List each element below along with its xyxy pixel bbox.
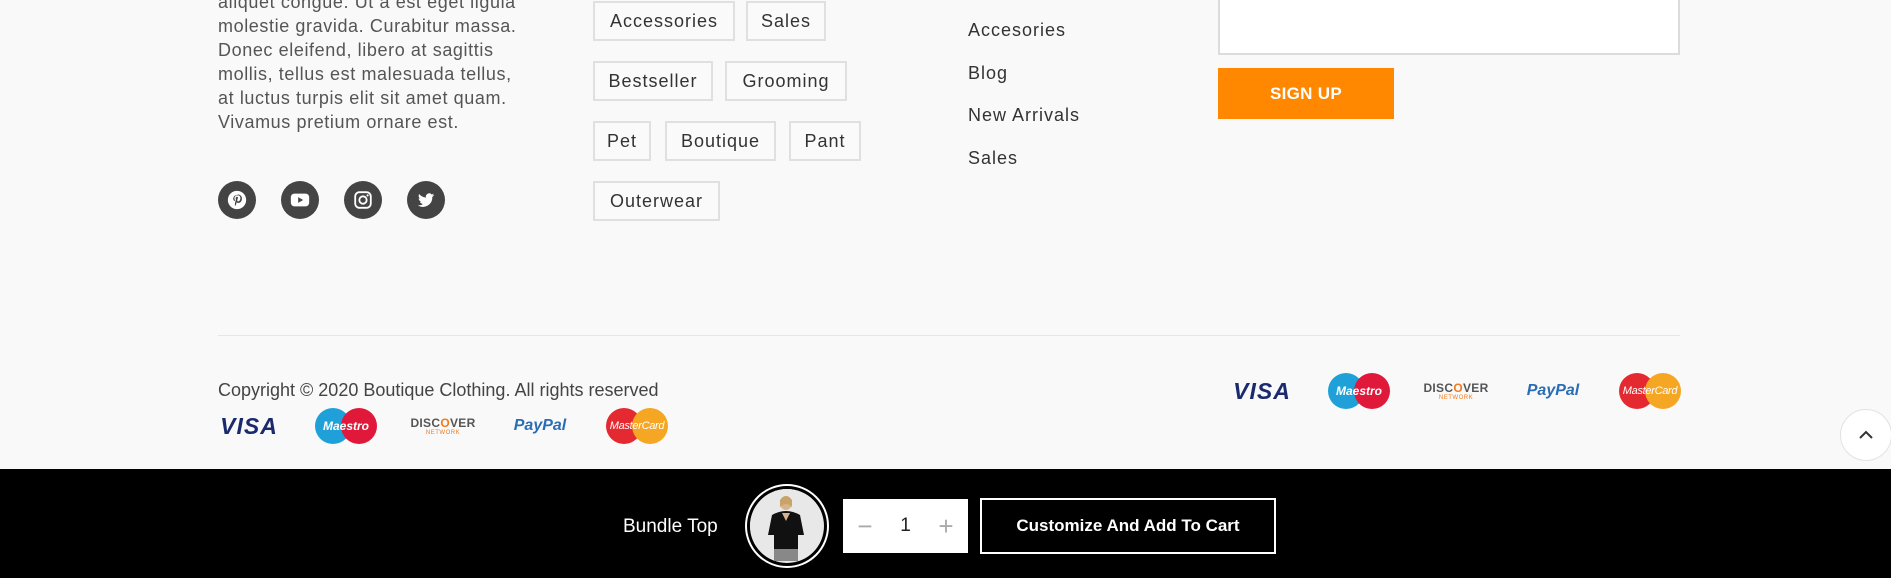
maestro-label: Maestro bbox=[1335, 384, 1382, 398]
mastercard-logo: MasterCard bbox=[606, 408, 668, 444]
payment-methods-right: VISA Maestro DISCOVER NETWORK PayPal Mas… bbox=[1231, 373, 1681, 409]
discover-logo: DISCOVER NETWORK bbox=[1423, 373, 1489, 409]
social-links bbox=[218, 181, 445, 219]
sticky-product-title: Bundle Top bbox=[623, 516, 718, 537]
newsletter-email-input[interactable] bbox=[1218, 0, 1680, 55]
footer-link-sales[interactable]: Sales bbox=[968, 148, 1018, 169]
discover-label-b: VER bbox=[1462, 381, 1489, 395]
quantity-input[interactable]: 1 bbox=[900, 515, 911, 537]
pinterest-link[interactable] bbox=[218, 181, 256, 219]
instagram-icon bbox=[354, 191, 372, 209]
footer-link-new-arrivals[interactable]: New Arrivals bbox=[968, 105, 1080, 126]
about-line: at luctus turpis elit sit amet quam. bbox=[218, 88, 507, 108]
pinterest-icon bbox=[227, 190, 247, 210]
tag-boutique[interactable]: Boutique bbox=[665, 121, 776, 161]
scroll-to-top-button[interactable] bbox=[1840, 409, 1891, 461]
discover-label-b: VER bbox=[449, 416, 476, 430]
product-thumbnail bbox=[745, 484, 829, 568]
discover-sub-label: NETWORK bbox=[425, 430, 461, 436]
footer-link-blog[interactable]: Blog bbox=[968, 63, 1008, 84]
paypal-logo: PayPal bbox=[1526, 382, 1580, 399]
tag-outerwear[interactable]: Outerwear bbox=[593, 181, 720, 221]
discover-label-o: O bbox=[440, 416, 450, 430]
copyright-text: Copyright © 2020 Boutique Clothing. All … bbox=[218, 380, 659, 400]
quantity-stepper: − 1 + bbox=[843, 499, 968, 553]
signup-button[interactable]: SIGN UP bbox=[1218, 68, 1394, 119]
tag-grooming[interactable]: Grooming bbox=[725, 61, 847, 101]
product-image bbox=[750, 489, 822, 561]
payment-methods-left: VISA Maestro DISCOVER NETWORK PayPal Mas… bbox=[218, 408, 668, 444]
youtube-icon bbox=[290, 193, 310, 207]
twitter-link[interactable] bbox=[407, 181, 445, 219]
discover-logo: DISCOVER NETWORK bbox=[410, 408, 476, 444]
footer-link-accesories[interactable]: Accesories bbox=[968, 20, 1066, 41]
discover-label-a: DISC bbox=[1423, 381, 1454, 395]
tag-accessories[interactable]: Accessories bbox=[593, 1, 735, 41]
maestro-logo: Maestro bbox=[315, 408, 377, 444]
visa-logo: VISA bbox=[220, 412, 278, 439]
discover-label-o: O bbox=[1453, 381, 1463, 395]
mastercard-label: MasterCard bbox=[609, 420, 665, 432]
discover-label-a: DISC bbox=[410, 416, 441, 430]
customize-add-to-cart-button[interactable]: Customize And Add To Cart bbox=[980, 498, 1276, 554]
visa-logo: VISA bbox=[1233, 377, 1291, 404]
paypal-logo: PayPal bbox=[513, 417, 567, 434]
quantity-decrease-button[interactable]: − bbox=[855, 511, 875, 542]
tag-bestseller[interactable]: Bestseller bbox=[593, 61, 713, 101]
about-line: molestie gravida. Curabitur massa. bbox=[218, 16, 517, 36]
maestro-logo: Maestro bbox=[1328, 373, 1390, 409]
chevron-up-icon bbox=[1859, 430, 1873, 439]
discover-sub-label: NETWORK bbox=[1438, 395, 1474, 401]
instagram-link[interactable] bbox=[344, 181, 382, 219]
about-line: Vivamus pretium ornare est. bbox=[218, 112, 459, 132]
mastercard-logo: MasterCard bbox=[1619, 373, 1681, 409]
tag-pant[interactable]: Pant bbox=[789, 121, 861, 161]
footer-divider bbox=[218, 335, 1680, 336]
quantity-increase-button[interactable]: + bbox=[936, 511, 956, 542]
maestro-label: Maestro bbox=[322, 419, 369, 433]
mastercard-label: MasterCard bbox=[1622, 385, 1678, 397]
twitter-icon bbox=[417, 193, 435, 207]
tag-pet[interactable]: Pet bbox=[593, 121, 651, 161]
about-line: Donec eleifend, libero at sagittis bbox=[218, 40, 494, 60]
youtube-link[interactable] bbox=[281, 181, 319, 219]
tag-sales[interactable]: Sales bbox=[746, 1, 826, 41]
about-line: mollis, tellus est malesuada tellus, bbox=[218, 64, 512, 84]
about-line: aliquet congue. Ut a est eget ligula bbox=[218, 0, 516, 12]
footer-about-text: aliquet congue. Ut a est eget ligula mol… bbox=[218, 0, 558, 134]
